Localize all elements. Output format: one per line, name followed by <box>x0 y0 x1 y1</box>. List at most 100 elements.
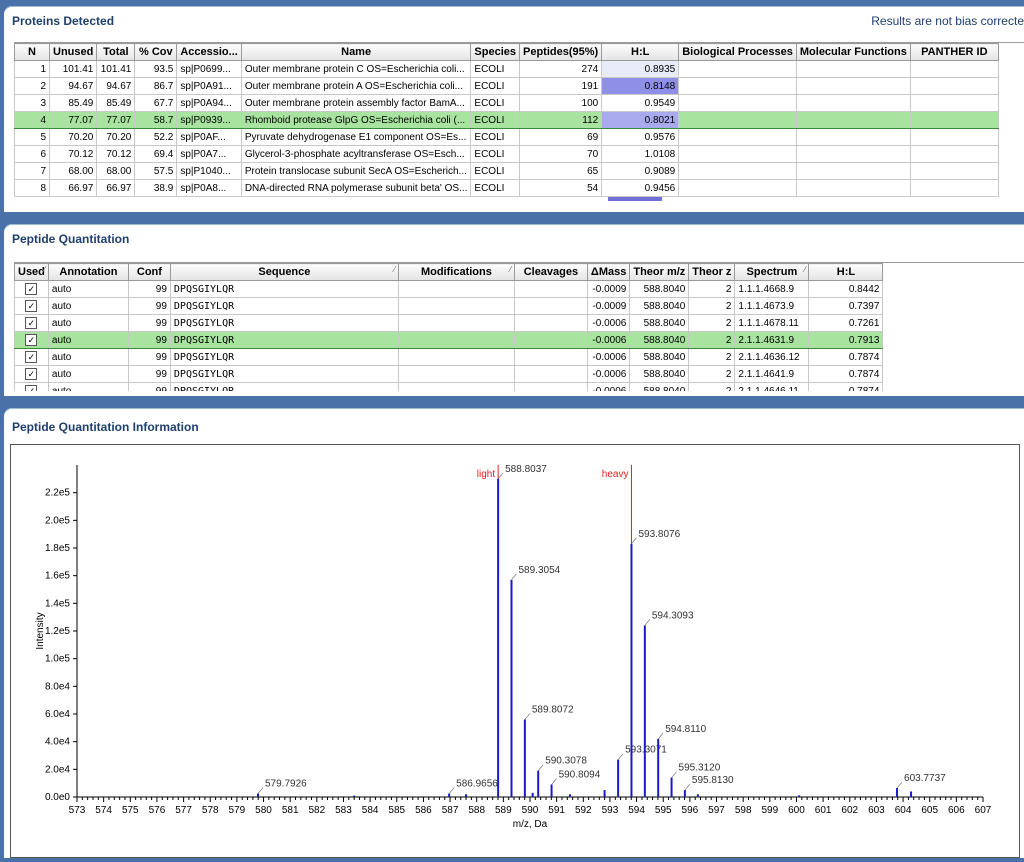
x-tick-label: 596 <box>682 805 699 816</box>
peptide-col-header[interactable]: Theor z <box>688 263 736 281</box>
protein-cell-hl: 0.9456 <box>601 179 680 197</box>
peptide-cell-used[interactable]: ✓ <box>14 382 49 391</box>
proteins-col-header[interactable]: N <box>14 43 50 61</box>
used-checkbox[interactable]: ✓ <box>25 351 38 363</box>
used-checkbox[interactable]: ✓ <box>25 317 38 329</box>
peptide-cell-used[interactable]: ✓ <box>14 331 49 349</box>
peptide-col-header[interactable]: Used ⁄ <box>14 263 49 281</box>
used-checkbox[interactable]: ✓ <box>25 368 38 380</box>
proteins-col-header[interactable]: Unused <box>48 43 98 61</box>
peak-leader <box>448 787 455 794</box>
peptide-cell-conf: 99 <box>127 314 171 332</box>
x-tick-label: 576 <box>149 805 166 816</box>
x-tick-label: 604 <box>895 805 912 816</box>
peptide-col-header[interactable]: Theor m/z <box>629 263 690 281</box>
peak-label: 588.8037 <box>505 464 547 475</box>
y-tick-label: 1.0e5 <box>45 654 70 665</box>
protein-cell-empty <box>909 145 999 163</box>
peptide-cell-hl: 0.7874 <box>808 348 884 366</box>
protein-row[interactable]: 8 66.97 66.97 38.9 sp|P0A8... DNA-directed RN… <box>14 179 999 197</box>
protein-row[interactable]: 5 70.20 70.20 52.2 sp|P0AF... Pyruvate dehydr… <box>14 128 999 146</box>
protein-cell-species: ECOLI <box>470 179 520 197</box>
peak-leader <box>497 472 504 480</box>
protein-row[interactable]: 6 70.12 70.12 69.4 sp|P0A7... Glycerol-3-phos… <box>14 145 999 163</box>
peptide-cell-annot: auto <box>47 382 129 391</box>
peptide-cell-used[interactable]: ✓ <box>14 365 49 383</box>
peptide-col-header[interactable]: Conf <box>127 263 171 281</box>
proteins-col-header[interactable]: Species <box>470 43 520 61</box>
protein-row[interactable]: 7 68.00 68.00 57.5 sp|P1040... Protein transl… <box>14 162 999 180</box>
proteins-col-header[interactable]: Biological Processes <box>678 43 797 61</box>
peptide-row[interactable]: ✓ auto 99 DPQSGIYLQR -0.0006 588.8040 2 1.1.1.4… <box>14 314 884 332</box>
peptide-col-header[interactable]: Modifications ⁄ <box>397 263 515 281</box>
peptide-row[interactable]: ✓ auto 99 DPQSGIYLQR -0.0006 588.8040 2 2.1.1.4… <box>14 365 884 383</box>
peptide-col-header[interactable]: Sequence ⁄ <box>169 263 399 281</box>
protein-cell-cov: 58.7 <box>134 111 178 129</box>
protein-cell-n: 8 <box>14 179 50 197</box>
y-tick-label: 1.2e5 <box>45 626 70 637</box>
peptide-cell-used[interactable]: ✓ <box>14 280 49 298</box>
peptide-cell-dmass: -0.0006 <box>586 365 631 383</box>
peptide-row[interactable]: ✓ auto 99 DPQSGIYLQR -0.0006 588.8040 2 2.1.1.4… <box>14 382 884 391</box>
peptide-cell-used[interactable]: ✓ <box>14 314 49 332</box>
x-tick-label: 574 <box>95 805 112 816</box>
peptide-col-header[interactable]: ΔMass <box>586 263 631 281</box>
peptide-cell-mods <box>397 297 515 315</box>
peptide-cell-hl: 0.7874 <box>808 382 884 391</box>
used-checkbox[interactable]: ✓ <box>25 385 38 391</box>
peak-leader <box>551 778 557 785</box>
peptide-cell-z: 2 <box>688 280 736 298</box>
peptide-cell-z: 2 <box>688 297 736 315</box>
peptide-col-header[interactable]: Annotation <box>47 263 129 281</box>
proteins-col-header[interactable]: Accessio... <box>176 43 242 61</box>
spectrum-chart[interactable]: 0.0e0 2.0e4 4.0e4 6.0e4 8.0e4 1.0e5 1.2e5 1.4e5… <box>11 445 1017 855</box>
protein-row[interactable]: 3 85.49 85.49 67.7 sp|P0A94... Outer membrane… <box>14 94 999 112</box>
protein-cell-n: 6 <box>14 145 50 163</box>
peptide-col-header[interactable]: Spectrum ⁄ <box>734 263 810 281</box>
x-tick-label: 605 <box>921 805 938 816</box>
protein-cell-empty <box>909 162 999 180</box>
used-checkbox[interactable]: ✓ <box>25 334 38 346</box>
x-tick-label: 575 <box>122 805 139 816</box>
peak-label: 579.7926 <box>265 779 307 790</box>
peptide-cell-z: 2 <box>688 331 736 349</box>
peptide-cell-used[interactable]: ✓ <box>14 297 49 315</box>
peptide-col-header[interactable]: H:L <box>808 263 884 281</box>
protein-cell-total: 66.97 <box>96 179 136 197</box>
protein-cell-empty <box>795 94 911 112</box>
peptide-row[interactable]: ✓ auto 99 DPQSGIYLQR -0.0009 588.8040 2 1.1.1.4… <box>14 297 884 315</box>
protein-cell-empty <box>909 111 999 129</box>
proteins-col-header[interactable]: Molecular Functions <box>795 43 911 61</box>
peak-label: 590.8094 <box>559 770 601 781</box>
proteins-col-header[interactable]: % Cov <box>134 43 178 61</box>
protein-cell-name: Rhomboid protease GlpG OS=Escherichia co… <box>240 111 472 129</box>
protein-cell-species: ECOLI <box>470 128 520 146</box>
peptide-cell-hl: 0.7261 <box>808 314 884 332</box>
protein-cell-empty <box>678 111 797 129</box>
used-checkbox[interactable]: ✓ <box>25 300 38 312</box>
peptide-row[interactable]: ✓ auto 99 DPQSGIYLQR -0.0006 588.8040 2 2.1.1.4… <box>14 348 884 366</box>
peptide-info-panel: Peptide Quantitation Information 0.0e0 2.… <box>4 408 1024 858</box>
used-checkbox[interactable]: ✓ <box>25 283 38 295</box>
x-tick-label: 590 <box>522 805 539 816</box>
x-tick-label: 598 <box>735 805 752 816</box>
peptide-row[interactable]: ✓ auto 99 DPQSGIYLQR -0.0009 588.8040 2 1.1.1.4… <box>14 280 884 298</box>
protein-row[interactable]: 4 77.07 77.07 58.7 sp|P0939... Rhomboid prote… <box>14 111 999 129</box>
peptide-col-header[interactable]: Cleavages <box>513 263 588 281</box>
protein-row[interactable]: 1 101.41 101.41 93.5 sp|P0699... Outer membra… <box>14 60 999 78</box>
peptide-cell-used[interactable]: ✓ <box>14 348 49 366</box>
protein-cell-unused: 85.49 <box>48 94 98 112</box>
proteins-col-header[interactable]: Total <box>96 43 136 61</box>
proteins-col-header[interactable]: PANTHER ID <box>909 43 999 61</box>
protein-row[interactable]: 2 94.67 94.67 86.7 sp|P0A91... Outer membrane… <box>14 77 999 95</box>
peak-label: 603.7737 <box>904 773 946 784</box>
proteins-col-header[interactable]: Peptides(95%) <box>518 43 603 61</box>
peptide-cell-z: 2 <box>688 382 736 391</box>
peptide-row[interactable]: ✓ auto 99 DPQSGIYLQR -0.0006 588.8040 2 2.1.1.4… <box>14 331 884 349</box>
protein-cell-empty <box>678 60 797 78</box>
x-tick-label: 585 <box>388 805 405 816</box>
proteins-col-header[interactable]: H:L <box>601 43 680 61</box>
x-tick-label: 607 <box>975 805 992 816</box>
spectrum-plot-frame: 0.0e0 2.0e4 4.0e4 6.0e4 8.0e4 1.0e5 1.2e5 1.4e5… <box>10 444 1020 858</box>
proteins-col-header[interactable]: Name <box>240 43 472 61</box>
